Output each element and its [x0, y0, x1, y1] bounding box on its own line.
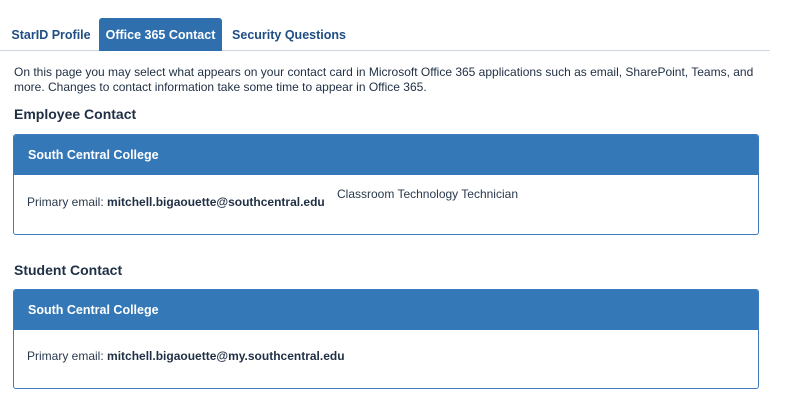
- tab-office-365-contact[interactable]: Office 365 Contact: [99, 18, 222, 51]
- student-contact-heading: Student Contact: [14, 262, 123, 278]
- tab-security-questions[interactable]: Security Questions: [226, 18, 352, 51]
- employee-email-label: Primary email:: [27, 195, 104, 209]
- tab-bar: StarID Profile Office 365 Contact Securi…: [0, 18, 770, 51]
- student-email-label: Primary email:: [27, 349, 104, 363]
- intro-text: On this page you may select what appears…: [14, 65, 754, 94]
- student-card-body: Primary email: mitchell.bigaouette@my.so…: [14, 330, 758, 388]
- employee-contact-card: South Central College Primary email: mit…: [13, 134, 759, 235]
- tab-starid-profile[interactable]: StarID Profile: [4, 18, 98, 51]
- employee-card-header: South Central College: [14, 135, 758, 175]
- employee-email-value: mitchell.bigaouette@southcentral.edu: [107, 195, 325, 209]
- employee-email-line: Primary email: mitchell.bigaouette@south…: [27, 195, 325, 209]
- student-card-header: South Central College: [14, 290, 758, 330]
- student-contact-card: South Central College Primary email: mit…: [13, 289, 759, 389]
- employee-contact-heading: Employee Contact: [14, 106, 137, 122]
- student-email-line: Primary email: mitchell.bigaouette@my.so…: [27, 349, 345, 363]
- employee-card-body: Primary email: mitchell.bigaouette@south…: [14, 175, 758, 234]
- student-email-value: mitchell.bigaouette@my.southcentral.edu: [107, 349, 345, 363]
- student-college-name: South Central College: [28, 303, 159, 317]
- employee-job-title: Classroom Technology Technician: [337, 187, 518, 201]
- employee-college-name: South Central College: [28, 148, 159, 162]
